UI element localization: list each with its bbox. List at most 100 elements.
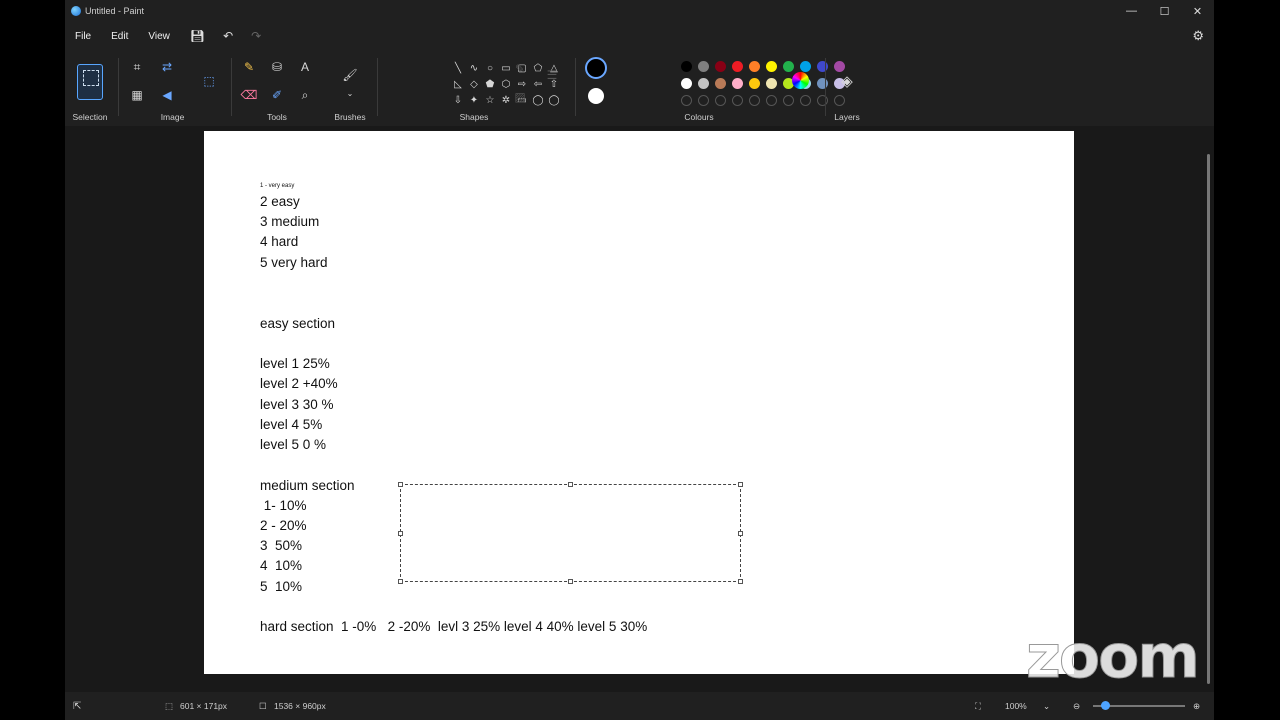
custom-color-slot[interactable] xyxy=(698,95,709,106)
resize-handle[interactable] xyxy=(398,579,403,584)
vertical-scrollbar[interactable] xyxy=(1206,130,1211,690)
custom-color-slot[interactable] xyxy=(766,95,777,106)
palette-color-swatch[interactable] xyxy=(749,78,760,89)
palette-color-swatch[interactable] xyxy=(698,78,709,89)
menu-view[interactable]: View xyxy=(148,31,170,42)
flip-icon[interactable]: ◀ xyxy=(158,86,176,104)
pencil-icon[interactable]: ✎ xyxy=(240,58,258,76)
image-select-icon[interactable]: ⬚ xyxy=(200,72,218,90)
shape-size-icon[interactable]: ☰ xyxy=(543,66,561,84)
crop-icon[interactable]: ⌗ xyxy=(128,58,146,76)
palette-color-swatch[interactable] xyxy=(766,61,777,72)
menu-edit[interactable]: Edit xyxy=(111,31,128,42)
palette-color-swatch[interactable] xyxy=(732,78,743,89)
shape-item[interactable]: ╲ xyxy=(450,60,466,76)
text-difficulty-1: 1 - very easy xyxy=(260,183,295,189)
shape-item[interactable]: ⬟ xyxy=(482,76,498,92)
layers-label: Layers xyxy=(834,112,860,122)
fill-style-icon[interactable]: ▨ xyxy=(511,88,529,106)
rectangle-select-icon[interactable] xyxy=(77,64,103,100)
text-difficulty-5: 5 very hard xyxy=(260,255,328,270)
shape-item[interactable]: ◯ xyxy=(530,92,546,108)
shape-item[interactable]: ◇ xyxy=(466,76,482,92)
window-controls: — ☐ ✕ xyxy=(1115,0,1214,22)
text-easy-1: level 1 25% xyxy=(260,356,330,371)
text-tool-icon[interactable]: A xyxy=(296,58,314,76)
palette-color-swatch[interactable] xyxy=(681,61,692,72)
maximize-button[interactable]: ☐ xyxy=(1148,0,1181,22)
shape-item[interactable]: ◯ xyxy=(546,92,562,108)
secondary-color-swatch[interactable] xyxy=(588,88,604,104)
settings-gear-icon[interactable]: ⚙ xyxy=(1192,28,1204,44)
brush-dropdown-icon[interactable]: ⌄ xyxy=(341,84,359,102)
menu-file[interactable]: File xyxy=(75,31,91,42)
layers-group: ◈ Layers xyxy=(827,52,867,126)
custom-color-slot[interactable] xyxy=(681,95,692,106)
redo-icon[interactable]: ↷ xyxy=(251,29,261,43)
eraser-icon[interactable]: ⌫ xyxy=(240,86,258,104)
shape-item[interactable]: ⇩ xyxy=(450,92,466,108)
shape-item[interactable]: ☆ xyxy=(482,92,498,108)
custom-color-slot[interactable] xyxy=(749,95,760,106)
color-picker-icon[interactable]: ✐ xyxy=(268,86,286,104)
zoom-slider-thumb[interactable] xyxy=(1101,701,1110,710)
resize-handle[interactable] xyxy=(398,531,403,536)
text-medium-3: 3 50% xyxy=(260,538,303,553)
shape-item[interactable]: ○ xyxy=(482,60,498,76)
layers-icon[interactable]: ◈ xyxy=(838,72,856,90)
custom-color-slot[interactable] xyxy=(800,95,811,106)
resize-handle[interactable] xyxy=(738,482,743,487)
palette-color-swatch[interactable] xyxy=(766,78,777,89)
zoom-level[interactable]: 100% xyxy=(1005,701,1027,711)
resize-handle[interactable] xyxy=(738,531,743,536)
minimize-button[interactable]: — xyxy=(1115,0,1148,22)
selection-label: Selection xyxy=(72,112,108,122)
zoom-dropdown-icon[interactable]: ⌄ xyxy=(1043,701,1050,712)
fill-bucket-icon[interactable]: ⛁ xyxy=(268,58,286,76)
fit-to-window-icon[interactable]: ⛶ xyxy=(975,701,981,712)
resize-icon[interactable]: ⇄ xyxy=(158,58,176,76)
palette-color-swatch[interactable] xyxy=(715,61,726,72)
shape-item[interactable]: ◺ xyxy=(450,76,466,92)
shape-item[interactable]: ∿ xyxy=(466,60,482,76)
close-button[interactable]: ✕ xyxy=(1181,0,1214,22)
undo-icon[interactable]: ↶ xyxy=(223,29,233,43)
text-easy-2: level 2 +40% xyxy=(260,376,338,391)
custom-color-slot[interactable] xyxy=(715,95,726,106)
brushes-label: Brushes xyxy=(334,112,366,122)
zoom-watermark-logo: zoom xyxy=(1026,622,1201,693)
cursor-position-icon: ⇱ xyxy=(73,700,82,712)
palette-color-swatch[interactable] xyxy=(800,61,811,72)
custom-color-slot[interactable] xyxy=(783,95,794,106)
remove-background-icon[interactable]: ▦ xyxy=(128,86,146,104)
workspace: 1 - very easy 2 easy 3 medium 4 hard 5 v… xyxy=(65,126,1214,692)
resize-handle[interactable] xyxy=(398,482,403,487)
custom-color-slot[interactable] xyxy=(732,95,743,106)
palette-color-swatch[interactable] xyxy=(783,61,794,72)
drawing-canvas[interactable]: 1 - very easy 2 easy 3 medium 4 hard 5 v… xyxy=(204,131,1074,674)
text-medium-5: 5 10% xyxy=(260,579,303,594)
palette-color-swatch[interactable] xyxy=(749,61,760,72)
text-easy-5: level 5 0 % xyxy=(260,437,327,452)
resize-handle[interactable] xyxy=(568,482,573,487)
palette-color-swatch[interactable] xyxy=(715,78,726,89)
magnifier-icon[interactable]: ⌕ xyxy=(296,86,314,104)
brush-icon[interactable]: 🖌︎ xyxy=(341,66,359,84)
selection-group: Selection xyxy=(65,52,115,126)
scrollbar-thumb[interactable] xyxy=(1207,154,1210,684)
resize-handle[interactable] xyxy=(568,579,573,584)
palette-color-swatch[interactable] xyxy=(732,61,743,72)
primary-color-swatch[interactable] xyxy=(585,57,607,79)
zoom-in-icon[interactable]: ⊕ xyxy=(1193,701,1200,712)
outline-icon[interactable]: ✎ xyxy=(511,60,529,78)
save-icon[interactable]: 💾︎ xyxy=(190,29,205,43)
text-medium-2: 2 - 20% xyxy=(260,518,307,533)
selection-rectangle[interactable] xyxy=(398,482,743,584)
resize-handle[interactable] xyxy=(738,579,743,584)
shape-item[interactable]: ✦ xyxy=(466,92,482,108)
selection-size-icon: ⬚ xyxy=(165,700,174,711)
palette-color-swatch[interactable] xyxy=(698,61,709,72)
zoom-out-icon[interactable]: ⊖ xyxy=(1073,701,1080,712)
edit-colors-wheel-icon[interactable] xyxy=(792,72,809,89)
palette-color-swatch[interactable] xyxy=(681,78,692,89)
